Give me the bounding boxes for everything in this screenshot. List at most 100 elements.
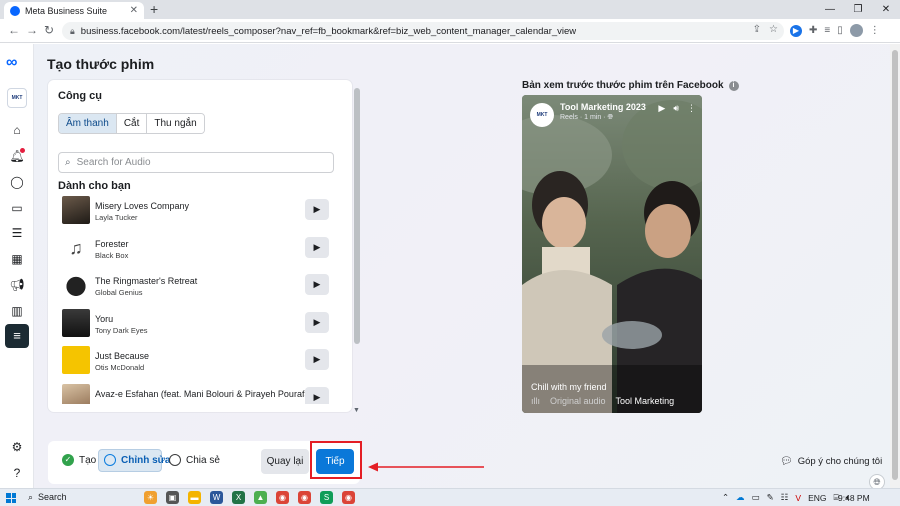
play-button[interactable]: ▶ bbox=[305, 199, 329, 220]
app-icon[interactable]: S bbox=[320, 491, 333, 504]
photos-icon[interactable]: ▲ bbox=[254, 491, 267, 504]
close-window-icon[interactable]: ✕ bbox=[872, 0, 900, 19]
puzzle-icon[interactable]: ✚ bbox=[809, 25, 817, 36]
list-item[interactable]: The Ringmaster's Retreat Global Genius ▶ bbox=[58, 267, 340, 305]
reel-preview[interactable]: MKT Tool Marketing 2023 Reels · 1 min · … bbox=[522, 95, 702, 413]
megaphone-icon[interactable]: 📢︎ bbox=[9, 277, 25, 293]
profile-avatar[interactable] bbox=[849, 24, 863, 37]
step-share[interactable]: Chia sẻ bbox=[169, 454, 220, 466]
track-list: Misery Loves Company Layla Tucker ▶ ♫ Fo… bbox=[58, 192, 340, 404]
insights-bar-icon[interactable]: ▥ bbox=[9, 303, 25, 319]
bookmark-star-icon[interactable]: ☆ bbox=[769, 24, 778, 35]
list-item[interactable]: ♫ Forester Black Box ▶ bbox=[58, 230, 340, 268]
restore-icon[interactable]: ❐ bbox=[844, 0, 872, 19]
list-item[interactable]: Avaz-e Esfahan (feat. Mani Bolouri & Pir… bbox=[58, 380, 340, 404]
notification-dot bbox=[20, 148, 25, 153]
share-icon[interactable]: ⇪ bbox=[753, 24, 761, 35]
next-button[interactable]: Tiếp bbox=[316, 449, 354, 474]
tools-heading: Công cụ bbox=[58, 90, 102, 102]
browser-tab[interactable]: Meta Business Suite ✕ bbox=[4, 2, 144, 19]
chrome-alt-icon[interactable]: ◉ bbox=[342, 491, 355, 504]
back-arrow-icon[interactable]: ← bbox=[8, 23, 20, 37]
step-edit[interactable]: Chỉnh sửa bbox=[104, 454, 170, 466]
onedrive-icon[interactable]: ☁ bbox=[736, 492, 745, 503]
antivirus-icon[interactable]: V bbox=[795, 493, 801, 503]
file-explorer-icon[interactable]: ▬ bbox=[188, 491, 201, 504]
info-icon[interactable]: i bbox=[728, 80, 739, 91]
tab-shorten[interactable]: Thu ngắn bbox=[147, 114, 204, 133]
audio-search-input[interactable] bbox=[76, 157, 317, 168]
widgets-icon[interactable]: ☀ bbox=[144, 491, 157, 504]
taskbar-search[interactable]: ⌕ Search bbox=[28, 492, 67, 503]
pages-icon[interactable]: ☰ bbox=[9, 225, 25, 241]
calendar-grid-icon[interactable]: ▦ bbox=[9, 251, 25, 267]
feedback-label: Góp ý cho chúng tôi bbox=[797, 456, 883, 467]
play-button[interactable]: ▶ bbox=[305, 236, 329, 258]
side-panel-icon[interactable]: ▯ bbox=[837, 25, 843, 36]
battery-icon[interactable]: ▭ bbox=[752, 492, 760, 503]
language-indicator[interactable]: ENG bbox=[808, 493, 826, 503]
meta-logo-icon[interactable]: ∞ bbox=[6, 54, 17, 72]
tools-scroll-thumb[interactable] bbox=[354, 88, 360, 344]
windows-start-icon[interactable] bbox=[6, 493, 16, 503]
tools-scrollbar[interactable]: ▼ bbox=[353, 84, 361, 414]
word-icon[interactable]: W bbox=[210, 491, 223, 504]
audio-owner: Tool Marketing bbox=[615, 396, 675, 406]
contacts-icon[interactable]: ▭ bbox=[9, 200, 25, 216]
play-button[interactable]: ▶ bbox=[305, 274, 329, 295]
extension-icon[interactable]: ▶ bbox=[790, 24, 802, 37]
all-tools-menu-icon[interactable]: ≡ bbox=[5, 324, 29, 348]
tab-audio[interactable]: Âm thanh bbox=[59, 114, 117, 133]
pen-icon[interactable]: ✎ bbox=[767, 492, 774, 503]
back-button[interactable]: Quay lại bbox=[261, 449, 309, 474]
scroll-down-icon[interactable]: ▼ bbox=[353, 407, 360, 414]
help-icon[interactable]: ? bbox=[9, 465, 25, 481]
music-note-icon: ♫ bbox=[62, 233, 90, 262]
minimize-icon[interactable]: — bbox=[816, 0, 844, 19]
composer-footer: ✓ Tạo Chỉnh sửa Chia sẻ Quay lại Tiếp bbox=[48, 441, 362, 484]
more-options-icon[interactable]: ⋮ bbox=[687, 103, 696, 114]
chrome-icon[interactable]: ◉ bbox=[276, 491, 289, 504]
tab-title: Meta Business Suite bbox=[25, 5, 108, 16]
track-thumbnail bbox=[62, 346, 90, 374]
new-tab-icon[interactable]: + bbox=[150, 1, 158, 17]
reload-icon[interactable]: ↻ bbox=[44, 23, 54, 37]
for-you-label: Dành cho bạn bbox=[58, 180, 131, 192]
home-icon[interactable]: ⌂ bbox=[9, 122, 25, 138]
taskbar-apps: ☀ ▣ ▬ W X ▲ ◉ ◉ S ◉ bbox=[144, 491, 355, 504]
chevron-up-icon[interactable]: ⌃ bbox=[722, 492, 729, 503]
address-bar-row: ← → ↻ 🔒︎ business.facebook.com/latest/re… bbox=[0, 19, 900, 43]
list-item[interactable]: Just Because Otis McDonald ▶ bbox=[58, 342, 340, 380]
reading-list-icon[interactable]: ≡ bbox=[824, 25, 830, 36]
clock[interactable]: 9:48 PM bbox=[838, 493, 870, 503]
reel-meta: Reels · 1 min · 🌐︎ bbox=[560, 114, 614, 121]
wifi-icon[interactable]: ☷ bbox=[781, 492, 789, 503]
task-view-icon[interactable]: ▣ bbox=[166, 491, 179, 504]
excel-icon[interactable]: X bbox=[232, 491, 245, 504]
step-edit-label: Chỉnh sửa bbox=[121, 454, 171, 466]
reel-caption: Chill with my friend bbox=[531, 382, 607, 392]
play-button[interactable]: ▶ bbox=[305, 386, 329, 404]
more-menu-icon[interactable]: ⋮ bbox=[870, 25, 880, 36]
chrome-profile-icon[interactable]: ◉ bbox=[298, 491, 311, 504]
tab-trim[interactable]: Cắt bbox=[116, 114, 148, 133]
forward-arrow-icon[interactable]: → bbox=[26, 23, 38, 37]
page-title: Tạo thước phim bbox=[47, 56, 155, 72]
preview-title: Bản xem trước thước phim trên Facebook bbox=[522, 80, 724, 91]
tab-close-icon[interactable]: ✕ bbox=[130, 5, 138, 16]
play-button[interactable]: ▶ bbox=[305, 349, 329, 370]
chat-icon[interactable]: ◯ bbox=[9, 174, 25, 190]
account-avatar[interactable]: MKT bbox=[7, 88, 27, 108]
settings-gear-icon[interactable]: ⚙ bbox=[9, 439, 25, 455]
omnibox[interactable]: 🔒︎ business.facebook.com/latest/reels_co… bbox=[62, 22, 784, 40]
play-icon[interactable]: ▶ bbox=[658, 103, 665, 114]
play-button[interactable]: ▶ bbox=[305, 311, 329, 333]
list-item[interactable]: Misery Loves Company Layla Tucker ▶ bbox=[58, 192, 340, 230]
step-create[interactable]: ✓ Tạo bbox=[62, 454, 96, 466]
volume-icon[interactable]: 🔊︎ bbox=[673, 103, 679, 114]
feedback-link[interactable]: 💬︎ Góp ý cho chúng tôi bbox=[780, 456, 882, 467]
list-item[interactable]: Yoru Tony Dark Eyes ▶ bbox=[58, 305, 340, 343]
track-title: Forester bbox=[95, 238, 129, 249]
page-scroll-thumb[interactable] bbox=[892, 50, 898, 480]
annotation-arrow-icon bbox=[368, 462, 484, 472]
